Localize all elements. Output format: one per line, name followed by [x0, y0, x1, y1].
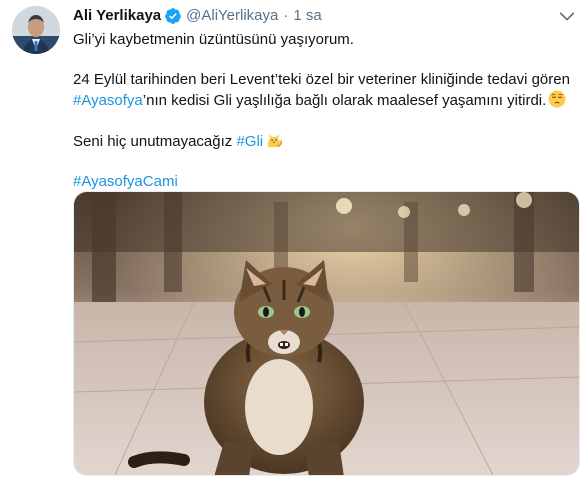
- hashtag-ayasofya[interactable]: #Ayasofya: [73, 92, 143, 109]
- tweet-text-line: #Ayasofya’nın kedisi Gli yaşlılığa bağlı…: [73, 90, 573, 111]
- tweet-text-line: 24 Eylül tarihinden beri Levent’teki öze…: [73, 71, 570, 88]
- avatar-image: [12, 6, 60, 54]
- tweet-media-photo[interactable]: [73, 191, 580, 476]
- author-name[interactable]: Ali Yerlikaya: [73, 6, 161, 26]
- author-handle[interactable]: @AliYerlikaya: [186, 6, 278, 26]
- tweet[interactable]: Ali Yerlikaya @AliYerlikaya · 1 sa Gli’y…: [0, 0, 587, 486]
- more-options-chevron-icon[interactable]: [557, 6, 577, 26]
- author-avatar[interactable]: [12, 6, 60, 54]
- hashtag-gli[interactable]: #Gli: [236, 133, 263, 150]
- pensive-face-emoji-icon: [548, 90, 566, 108]
- tweet-text-line: Gli’yi kaybetmenin üzüntüsünü yaşıyorum.: [73, 31, 354, 48]
- tweet-text-line: Seni hiç unutmayacağız #Gli: [73, 131, 573, 152]
- tweet-text: Gli’yi kaybetmenin üzüntüsünü yaşıyorum.…: [73, 30, 573, 192]
- cat-emoji-icon: [265, 131, 283, 149]
- tweet-text-line: #AyasofyaCami: [73, 172, 573, 192]
- hashtag-ayasofyacami[interactable]: #AyasofyaCami: [73, 173, 178, 190]
- tweet-timestamp[interactable]: 1 sa: [293, 6, 321, 26]
- tweet-header: Ali Yerlikaya @AliYerlikaya · 1 sa: [73, 6, 322, 26]
- tweet-text-fragment: ’nın kedisi Gli yaşlılığa bağlı olarak m…: [142, 92, 547, 109]
- tweet-text-fragment: Seni hiç unutmayacağız: [73, 133, 237, 150]
- verified-badge-icon: [164, 7, 182, 25]
- separator-dot: ·: [283, 7, 289, 24]
- cat-photo-image: [74, 192, 579, 475]
